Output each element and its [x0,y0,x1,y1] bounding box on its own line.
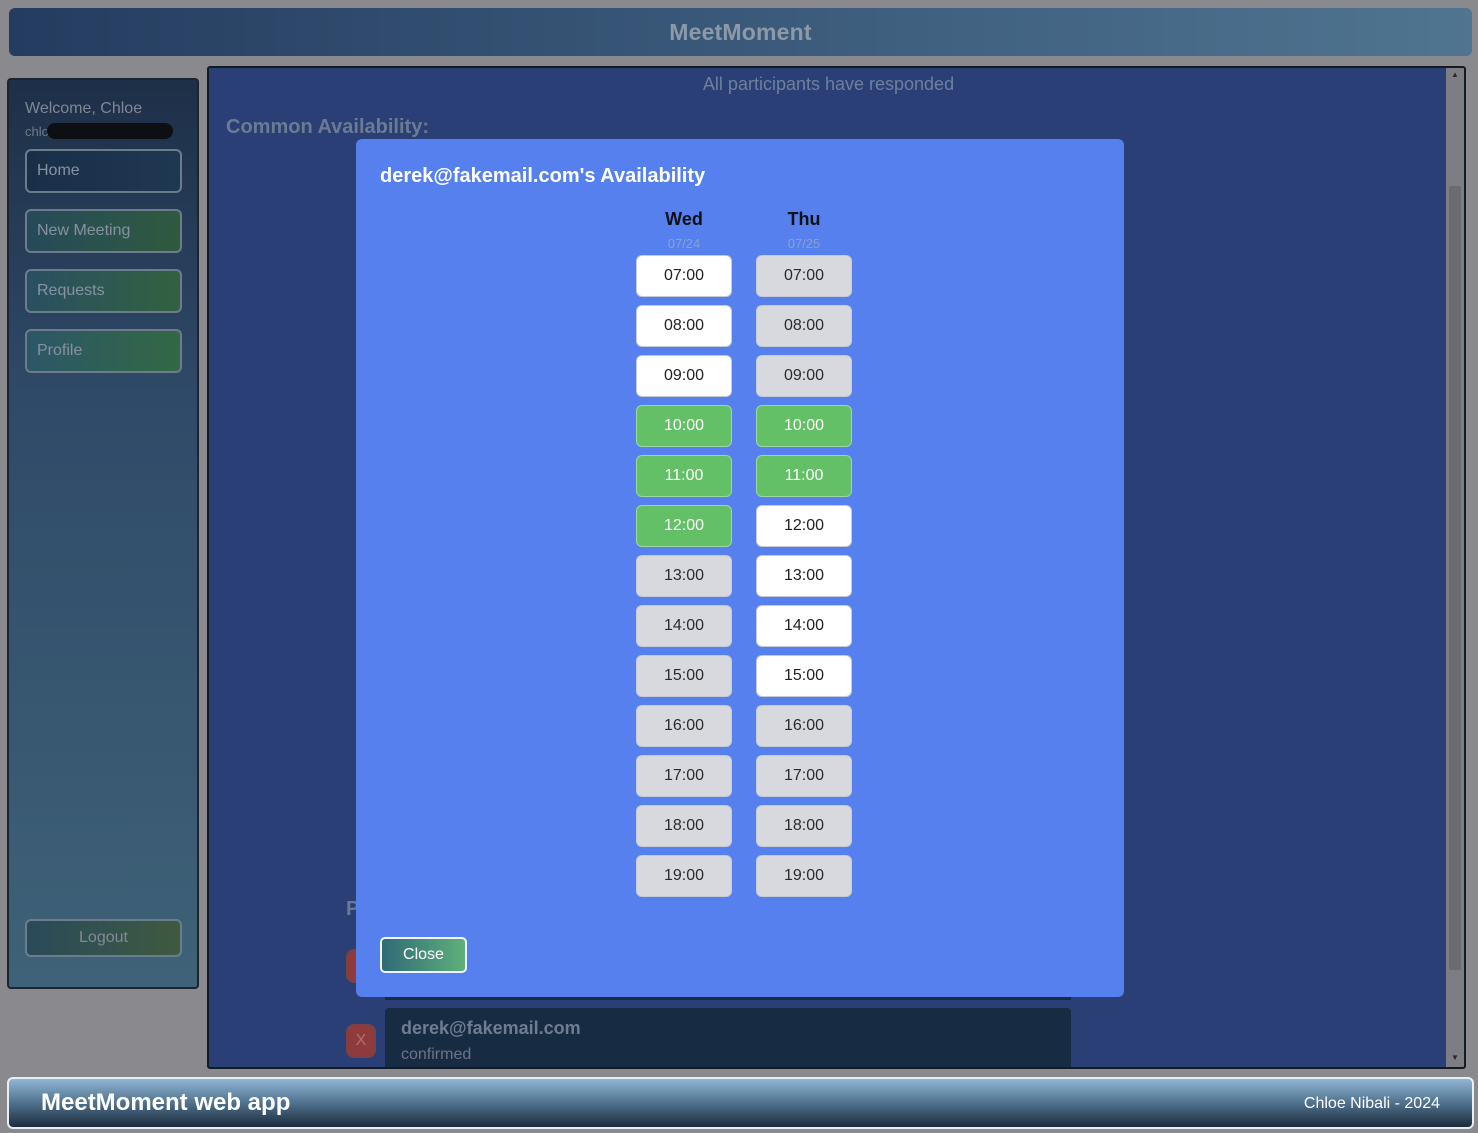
day-date: 07/25 [787,236,821,251]
time-slot[interactable]: 08:00 [756,305,852,347]
participant-status: confirmed [401,1046,472,1063]
user-email: chlo [25,123,173,139]
time-slot[interactable]: 10:00 [756,405,852,447]
time-slot[interactable]: 12:00 [756,505,852,547]
close-button[interactable]: Close [380,937,467,973]
availability-modal: derek@fakemail.com's Availability Wed 07… [356,139,1124,997]
day-name: Thu [787,209,821,229]
time-slot[interactable]: 18:00 [636,805,732,847]
sidebar-item-home[interactable]: Home [25,149,182,193]
time-slot[interactable]: 10:00 [636,405,732,447]
day-column-wed: Wed 07/24 07:00 08:00 09:00 10:00 11:00 12:00… [636,209,732,897]
time-slot[interactable]: 13:00 [636,555,732,597]
time-slot[interactable]: 16:00 [756,705,852,747]
remove-participant-button[interactable]: X [346,1024,376,1058]
day-name: Wed [665,209,703,229]
sidebar-item-new-meeting[interactable]: New Meeting [25,209,182,253]
scroll-thumb[interactable] [1449,186,1461,970]
time-slot[interactable]: 12:00 [636,505,732,547]
sidebar-item-profile[interactable]: Profile [25,329,182,373]
time-slot[interactable]: 11:00 [756,455,852,497]
time-slot[interactable]: 07:00 [636,255,732,297]
slot-list: 07:00 08:00 09:00 10:00 11:00 12:00 13:00 14:00… [636,255,732,897]
time-slot[interactable]: 17:00 [636,755,732,797]
footer-app-name: MeetMoment web app [41,1089,291,1116]
response-status: All participants have responded [702,74,955,94]
time-slot[interactable]: 14:00 [636,605,732,647]
time-slot[interactable]: 17:00 [756,755,852,797]
main-scrollbar[interactable]: ▲ ▼ [1446,68,1464,1067]
redaction-mark [46,123,173,139]
logout-button[interactable]: Logout [25,919,182,957]
day-column-thu: Thu 07/25 07:00 08:00 09:00 10:00 11:00 12:00… [756,209,852,897]
time-slot[interactable]: 19:00 [756,855,852,897]
app-footer: MeetMoment web app Chloe Nibali - 2024 [7,1077,1474,1129]
time-slot[interactable]: 11:00 [636,455,732,497]
common-availability-title: Common Availability: [226,116,429,138]
modal-title: derek@fakemail.com's Availability [380,165,706,187]
time-slot[interactable]: 19:00 [636,855,732,897]
time-slot[interactable]: 08:00 [636,305,732,347]
scroll-up-icon[interactable]: ▲ [1450,70,1460,80]
day-date: 07/24 [667,236,701,251]
time-slot[interactable]: 09:00 [636,355,732,397]
footer-credit: Chloe Nibali - 2024 [1303,1095,1440,1112]
time-slot[interactable]: 07:00 [756,255,852,297]
welcome-text: Welcome, Chloe [25,100,143,117]
time-slot[interactable]: 09:00 [756,355,852,397]
time-slot[interactable]: 14:00 [756,605,852,647]
time-slot[interactable]: 15:00 [756,655,852,697]
time-slot[interactable]: 13:00 [756,555,852,597]
participant-card: derek@fakemail.com confirmed [385,1008,1071,1067]
sidebar-item-requests[interactable]: Requests [25,269,182,313]
app-title: MeetMoment [669,18,812,45]
slot-list: 07:00 08:00 09:00 10:00 11:00 12:00 13:00 14:00… [756,255,852,897]
scroll-down-icon[interactable]: ▼ [1450,1053,1460,1063]
time-slot[interactable]: 16:00 [636,705,732,747]
time-slot[interactable]: 18:00 [756,805,852,847]
sidebar: Welcome, Chloe chlo Home New Meeting Req… [7,78,199,989]
user-email-visible: chlo [25,123,49,139]
time-slot[interactable]: 15:00 [636,655,732,697]
participant-email: derek@fakemail.com [401,1018,581,1038]
app-header: MeetMoment [9,8,1472,56]
